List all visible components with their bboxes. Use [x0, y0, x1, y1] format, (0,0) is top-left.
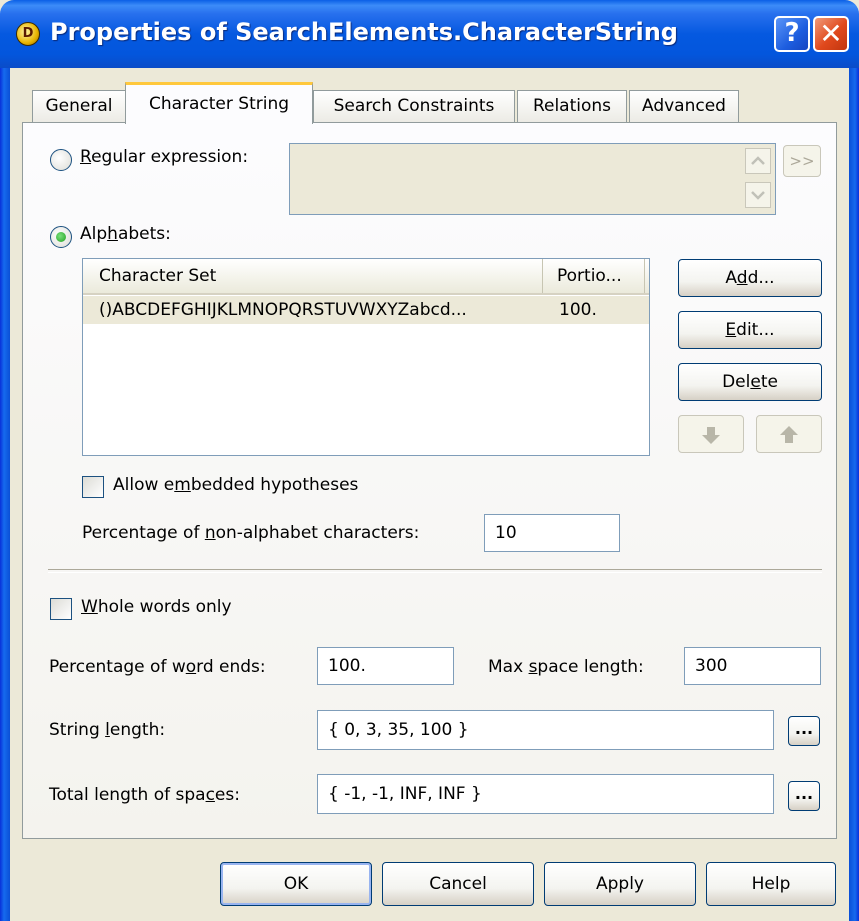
regex-radio[interactable]	[50, 149, 72, 171]
app-icon: D	[16, 22, 40, 46]
alphabets-radio[interactable]	[50, 226, 72, 248]
string-length-input[interactable]: { 0, 3, 35, 100 }	[317, 710, 774, 750]
add-button[interactable]: Add...	[678, 259, 822, 297]
whole-words-checkbox[interactable]	[50, 598, 72, 620]
cell-character-set: ()ABCDEFGHIJKLMNOPQRSTUVWXYZabcd...	[99, 300, 467, 320]
string-length-browse-button[interactable]: ...	[788, 716, 820, 746]
arrow-up-icon	[780, 426, 798, 443]
total-spaces-label: Total length of spaces:	[49, 785, 240, 805]
chevron-up-icon	[751, 156, 765, 165]
tab-search-constraints[interactable]: Search Constraints	[313, 90, 515, 122]
delete-button[interactable]: Delete	[678, 363, 822, 401]
close-button[interactable]: ✕	[813, 16, 849, 52]
tab-general[interactable]: General	[32, 90, 126, 122]
string-length-label: String length:	[49, 720, 166, 740]
character-set-list[interactable]: Character Set Portio... ()ABCDEFGHIJKLMN…	[82, 258, 650, 456]
chevron-down-icon	[751, 191, 765, 200]
tab-relations[interactable]: Relations	[517, 90, 627, 122]
separator	[48, 569, 822, 573]
help-title-button[interactable]: ?	[774, 16, 810, 52]
edit-button[interactable]: Edit...	[678, 311, 822, 349]
non-alphabet-label: Percentage of non-alphabet characters:	[82, 523, 420, 543]
ok-button[interactable]: OK	[220, 862, 372, 906]
window-border-left	[0, 68, 10, 921]
whole-words-label: Whole words only	[81, 597, 232, 617]
regex-label: Regular expression:	[80, 147, 249, 167]
allow-embedded-label: Allow embedded hypotheses	[113, 475, 359, 495]
column-header-character-set[interactable]: Character Set	[83, 259, 543, 293]
total-spaces-input[interactable]: { -1, -1, INF, INF }	[317, 774, 774, 814]
radio-selected-dot	[56, 232, 66, 242]
table-row[interactable]: ()ABCDEFGHIJKLMNOPQRSTUVWXYZabcd... 100.	[83, 296, 649, 324]
non-alphabet-input[interactable]: 10	[484, 514, 620, 552]
tab-character-string[interactable]: Character String	[125, 82, 313, 124]
cell-portion: 100.	[559, 300, 597, 320]
alphabets-label: Alphabets:	[80, 224, 171, 244]
word-ends-label: Percentage of word ends:	[49, 657, 266, 677]
regex-input[interactable]	[289, 143, 776, 215]
tab-advanced[interactable]: Advanced	[629, 90, 739, 122]
max-space-label: Max space length:	[488, 657, 644, 677]
regex-expand-button[interactable]: >>	[783, 145, 821, 177]
cancel-button[interactable]: Cancel	[382, 862, 534, 906]
column-header-portion[interactable]: Portio...	[543, 259, 645, 293]
window-border-right	[849, 68, 859, 921]
move-up-button[interactable]	[756, 415, 822, 453]
window-title: Properties of SearchElements.CharacterSt…	[50, 18, 678, 46]
total-spaces-browse-button[interactable]: ...	[788, 781, 820, 811]
properties-dialog: D Properties of SearchElements.Character…	[0, 0, 859, 921]
allow-embedded-checkbox[interactable]	[82, 476, 104, 498]
scroll-up-button[interactable]	[745, 148, 771, 174]
max-space-input[interactable]: 300	[684, 647, 821, 685]
title-bar[interactable]: D Properties of SearchElements.Character…	[0, 0, 859, 68]
list-header: Character Set Portio...	[83, 259, 649, 295]
word-ends-input[interactable]: 100.	[317, 647, 454, 685]
arrow-down-icon	[702, 427, 720, 444]
move-down-button[interactable]	[678, 415, 744, 453]
apply-button[interactable]: Apply	[544, 862, 696, 906]
scroll-down-button[interactable]	[745, 182, 771, 208]
help-button[interactable]: Help	[706, 862, 836, 906]
